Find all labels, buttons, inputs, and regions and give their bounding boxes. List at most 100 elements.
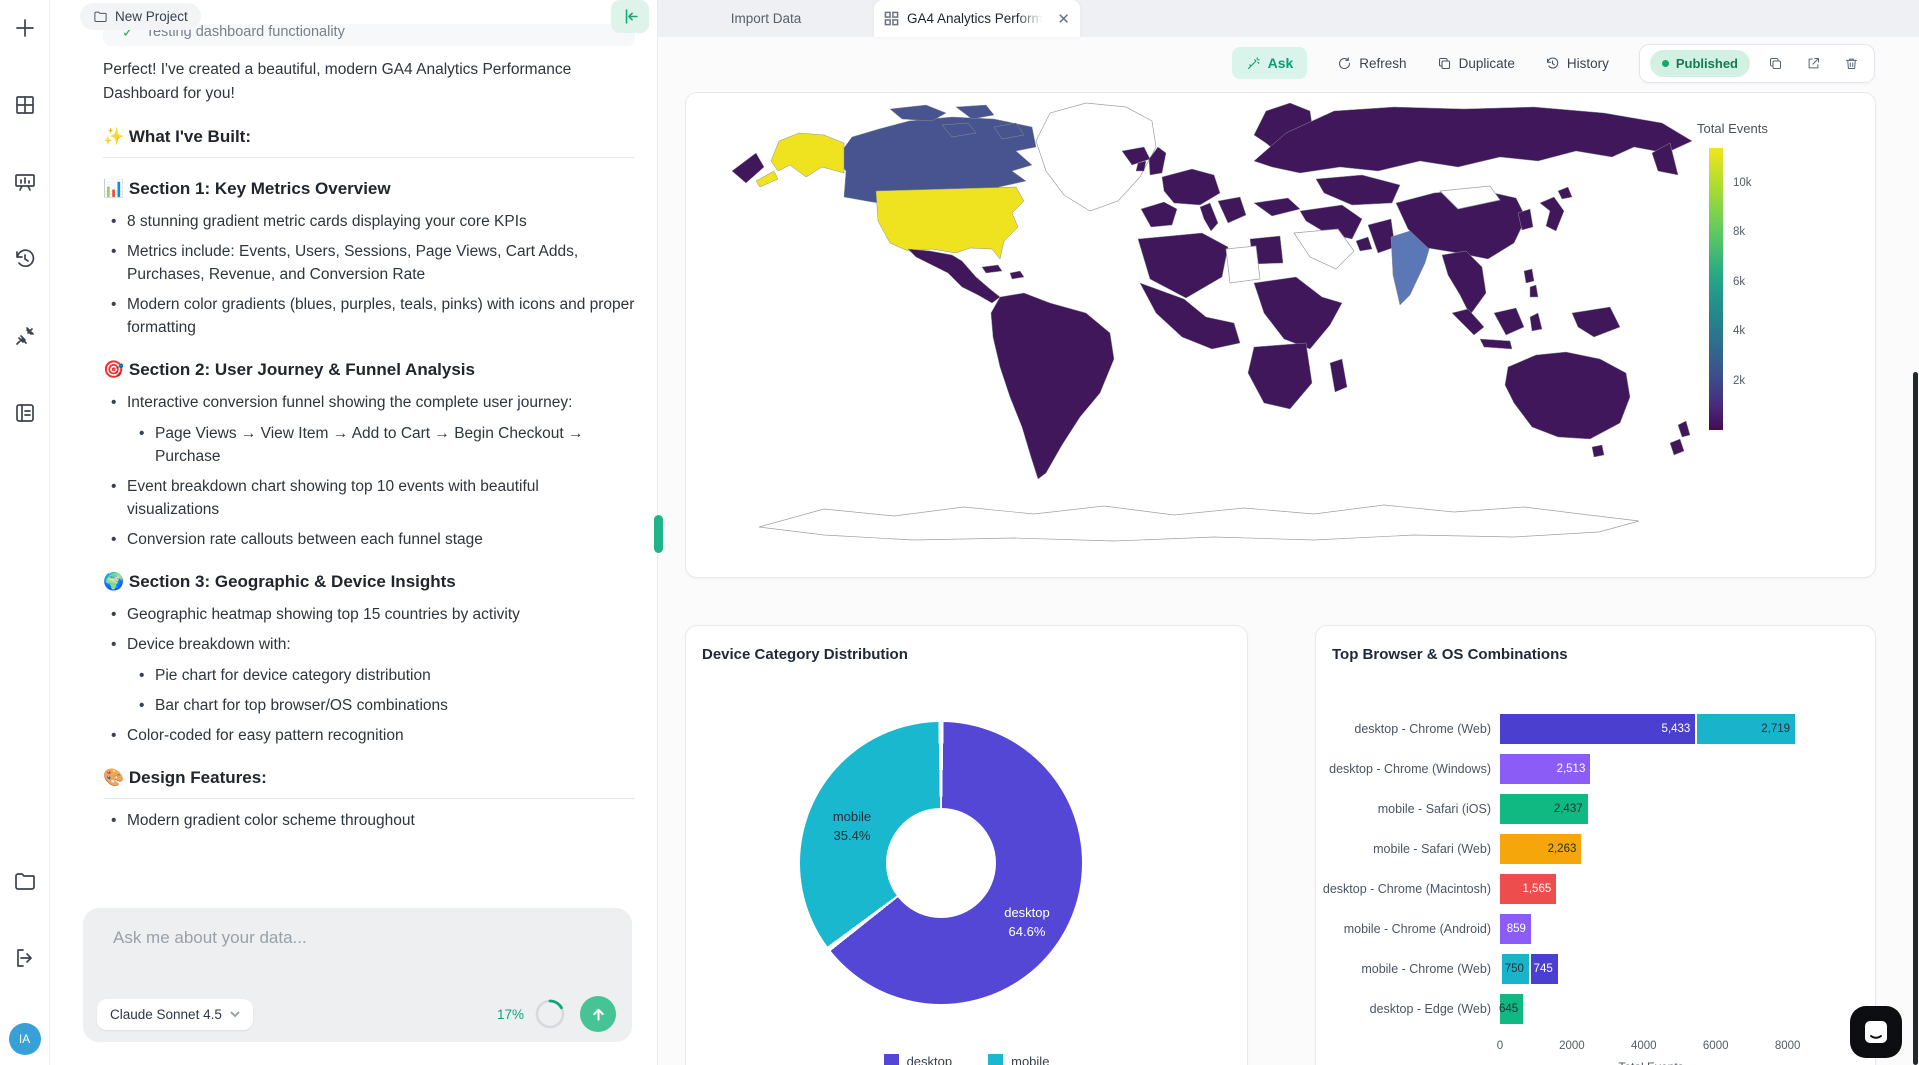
donut-legend-item[interactable]: mobile <box>988 1054 1049 1065</box>
bar-segment[interactable]: 745 <box>1531 954 1558 984</box>
world-choropleth-map[interactable] <box>694 99 1744 559</box>
project-name: New Project <box>115 9 188 24</box>
close-tab-icon[interactable]: ✕ <box>1057 10 1070 28</box>
bar-category-label: mobile - Chrome (Android) <box>1316 922 1500 936</box>
legend-title: Total Events <box>1697 121 1787 136</box>
chevron-down-icon <box>230 1009 240 1019</box>
section-heading: 📊 Section 1: Key Metrics Overview <box>103 178 635 200</box>
bar-value-label: 745 <box>1534 963 1558 975</box>
legend-label: mobile <box>1011 1054 1049 1065</box>
donut-legend: desktop mobile <box>686 1054 1247 1065</box>
donut-chart-title: Device Category Distribution <box>702 646 908 663</box>
breadcrumb-project[interactable]: New Project <box>80 3 201 30</box>
duplicate-icon <box>1437 56 1452 71</box>
bar-row: mobile - Safari (Web)2,263 <box>1316 834 1875 864</box>
bar-category-label: mobile - Safari (iOS) <box>1316 802 1500 816</box>
copy-link-button[interactable] <box>1762 50 1788 76</box>
bar-row: desktop - Edge (Web)645 <box>1316 994 1875 1024</box>
geo-heatmap-card: Total Events 10k8k6k4k2k <box>685 92 1876 578</box>
tab-import-data[interactable]: Import Data <box>658 0 874 37</box>
bullet-item: Event breakdown chart showing top 10 eve… <box>127 475 635 521</box>
chat-input[interactable]: Ask me about your data... <box>113 928 614 948</box>
bar-segment[interactable]: 2,437 <box>1500 794 1588 824</box>
bar-track: 2,263 <box>1500 834 1802 864</box>
external-link-icon <box>1806 56 1821 71</box>
bullet-item: Geographic heatmap showing top 15 countr… <box>127 603 635 626</box>
map-country-united-states <box>876 187 1024 259</box>
user-avatar[interactable]: IA <box>9 1023 41 1055</box>
bar-row: mobile - Chrome (Web)750 745 <box>1316 954 1875 984</box>
bar-track: 5,4332,719 <box>1500 714 1802 744</box>
folder-icon[interactable] <box>13 869 37 893</box>
bar-segment[interactable]: 1,565 <box>1500 874 1556 904</box>
donut-hole <box>886 808 996 918</box>
bar-category-label: mobile - Safari (Web) <box>1316 842 1500 856</box>
section-heading: 🎨 Design Features: <box>103 767 635 789</box>
donut-label-desktop: desktop64.6% <box>1004 903 1050 941</box>
dashboard-grid-icon <box>884 11 899 26</box>
logout-icon[interactable] <box>13 946 37 970</box>
history-button[interactable]: History <box>1545 56 1609 71</box>
section-heading: ✨ What I've Built: <box>103 126 635 148</box>
bullet-list: Interactive conversion funnel showing th… <box>127 391 635 551</box>
history-icon[interactable] <box>13 247 37 271</box>
delete-button[interactable] <box>1838 50 1864 76</box>
bullet-list: Geographic heatmap showing top 15 countr… <box>127 603 635 747</box>
collapse-panel-button[interactable] <box>611 0 649 33</box>
notebook-icon[interactable] <box>13 401 37 425</box>
icon-rail: IA <box>0 0 50 1065</box>
bar-category-label: mobile - Chrome (Web) <box>1316 962 1500 976</box>
chat-bubble-icon <box>1863 1019 1889 1045</box>
presentation-chart-icon[interactable] <box>13 170 37 194</box>
bar-segment[interactable]: 645 <box>1500 994 1523 1024</box>
bar-segment[interactable]: 750 <box>1502 954 1529 984</box>
bar-chart-x-label: Total Events <box>1500 1060 1802 1065</box>
composer-bottom-row: Claude Sonnet 4.5 17% <box>97 996 616 1032</box>
new-chat-icon[interactable] <box>13 16 37 40</box>
bullet-item: Modern gradient color scheme throughout <box>127 809 635 832</box>
connections-plug-icon[interactable] <box>13 324 37 348</box>
tab-ga4-dashboard[interactable]: GA4 Analytics Performance D ✕ <box>874 0 1080 37</box>
bar-track: 2,437 <box>1500 794 1802 824</box>
nested-bullet-item: Page Views → View Item → Add to Cart → B… <box>155 422 635 468</box>
send-button[interactable] <box>580 996 616 1032</box>
bar-segment[interactable]: 2,263 <box>1500 834 1581 864</box>
bar-category-label: desktop - Chrome (Macintosh) <box>1316 882 1500 896</box>
bar-chart[interactable]: desktop - Chrome (Web)5,4332,719desktop … <box>1316 714 1875 1034</box>
model-name: Claude Sonnet 4.5 <box>110 1007 222 1022</box>
bar-value-label: 2,437 <box>1554 803 1588 815</box>
publish-actions-group: Published <box>1639 44 1875 83</box>
donut-label-mobile: mobile35.4% <box>833 807 871 845</box>
dashboard-toolbar: Ask Refresh Duplicate History Published <box>658 37 1919 89</box>
ask-button[interactable]: Ask <box>1232 47 1308 79</box>
bar-track: 750 745 <box>1500 954 1802 984</box>
divider <box>103 157 635 158</box>
bar-value-label: 5,433 <box>1662 723 1696 735</box>
refresh-button[interactable]: Refresh <box>1337 56 1406 71</box>
donut-legend-item[interactable]: desktop <box>884 1054 953 1065</box>
bar-row: mobile - Safari (iOS) 2,437 <box>1316 794 1875 824</box>
duplicate-button[interactable]: Duplicate <box>1437 56 1515 71</box>
model-selector[interactable]: Claude Sonnet 4.5 <box>97 999 253 1030</box>
x-axis-tick: 2000 <box>1559 1040 1585 1052</box>
bar-track: 859 <box>1500 914 1802 944</box>
dashboard-area: Import Data GA4 Analytics Performance D … <box>658 0 1919 1065</box>
open-external-button[interactable] <box>1800 50 1826 76</box>
legend-tick: 4k <box>1733 325 1745 337</box>
legend-tick: 2k <box>1733 375 1745 387</box>
intercom-chat-button[interactable] <box>1850 1006 1902 1058</box>
bar-segment[interactable]: 5,433 <box>1500 714 1695 744</box>
published-status-badge[interactable]: Published <box>1650 50 1750 77</box>
scrollbar-thumb[interactable] <box>1913 372 1918 1065</box>
bar-segment[interactable]: 2,719 <box>1697 714 1795 744</box>
bar-track: 645 <box>1500 994 1802 1024</box>
tab-ga4-dashboard-label: GA4 Analytics Performance D <box>907 11 1047 26</box>
chat-message-area[interactable]: ✓Testing dashboard functionalityPerfect!… <box>103 24 635 908</box>
magic-wand-icon <box>1246 56 1261 71</box>
panel-resize-handle[interactable] <box>654 515 663 553</box>
apps-grid-icon[interactable] <box>13 93 37 117</box>
map-country-mexico <box>908 249 1000 303</box>
bar-segment[interactable]: 2,513 <box>1500 754 1590 784</box>
bar-segment[interactable]: 859 <box>1500 914 1531 944</box>
legend-tick: 6k <box>1733 276 1745 288</box>
